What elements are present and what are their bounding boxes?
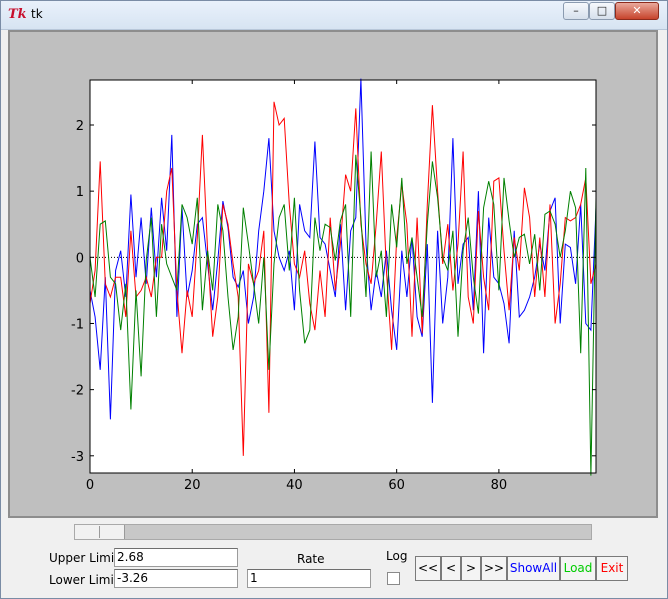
x-tick-label: 40 — [286, 478, 303, 493]
title-bar[interactable]: Tk tk – □ ✕ — [1, 1, 667, 30]
rate-input[interactable]: 1 — [247, 569, 371, 588]
maximize-button[interactable]: □ — [589, 2, 615, 20]
upper-limit-input[interactable]: 2.68 — [114, 548, 238, 567]
first-button[interactable]: << — [415, 556, 441, 581]
plot-area — [90, 80, 596, 473]
exit-button[interactable]: Exit — [596, 556, 628, 581]
tk-feather-icon: Tk — [8, 7, 27, 22]
x-tick-label: 60 — [388, 478, 405, 493]
prev-button[interactable]: < — [441, 556, 461, 581]
y-tick-label: -1 — [71, 317, 84, 332]
x-tick-label: 0 — [86, 478, 94, 493]
scrollbar-grip — [99, 526, 100, 538]
horizontal-scrollbar[interactable] — [74, 524, 592, 540]
x-tick-label: 80 — [491, 478, 508, 493]
scrollbar-thumb[interactable] — [75, 525, 125, 539]
y-tick-label: 1 — [76, 185, 84, 200]
log-checkbox[interactable] — [387, 572, 400, 585]
rate-label: Rate — [297, 552, 325, 566]
close-button[interactable]: ✕ — [615, 2, 659, 20]
x-tick-label: 20 — [184, 478, 201, 493]
last-button[interactable]: >> — [481, 556, 507, 581]
log-label: Log — [386, 549, 408, 563]
y-tick-label: -3 — [71, 450, 84, 465]
plot-canvas[interactable]: 0 20 40 60 80 -3 -2 -1 0 1 2 — [8, 30, 658, 518]
minimize-button[interactable]: – — [563, 2, 589, 20]
load-button[interactable]: Load — [560, 556, 596, 581]
lower-limit-input[interactable]: -3.26 — [114, 569, 238, 588]
y-tick-label: 2 — [76, 119, 84, 134]
next-button[interactable]: > — [461, 556, 481, 581]
window-title: tk — [31, 7, 43, 21]
show-all-button[interactable]: ShowAll — [507, 556, 560, 581]
y-tick-label: -2 — [71, 384, 84, 399]
y-tick-label: 0 — [76, 251, 84, 266]
lower-limit-label: Lower Limit — [49, 573, 119, 587]
upper-limit-label: Upper Limit — [49, 551, 119, 565]
line-chart: 0 20 40 60 80 -3 -2 -1 0 1 2 — [71, 78, 597, 493]
